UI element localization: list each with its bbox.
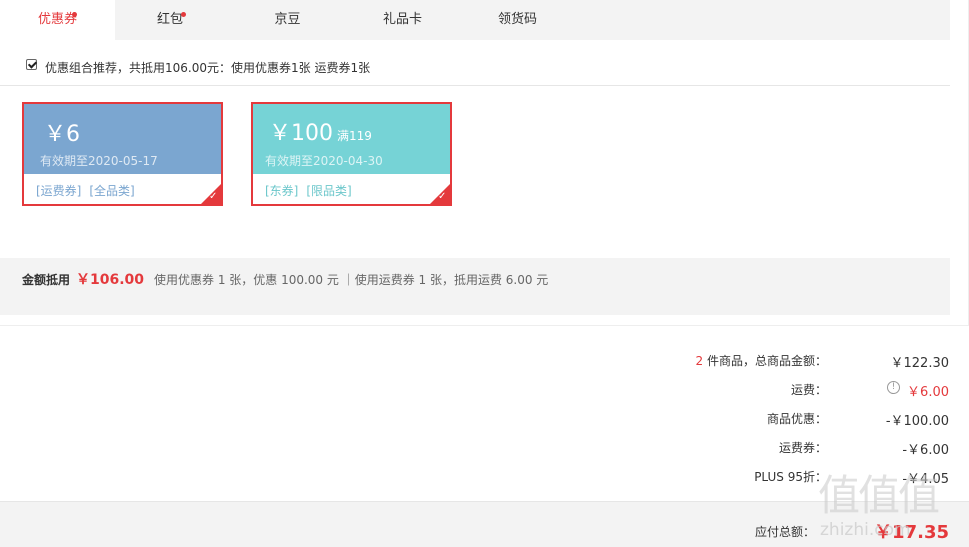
tab-red-packet[interactable]: 红包: [115, 0, 225, 40]
total-row-shipping-coupon: 运费券： -￥6.00: [0, 439, 969, 459]
coupon-tabs: 优惠券 红包 京豆 礼品卡 领货码: [0, 0, 950, 40]
coupon-card-shipping[interactable]: ￥6 有效期至2020-05-17 [运费券] [全品类] ✓: [22, 102, 223, 206]
tab-redeem-code-label: 领货码: [497, 12, 537, 27]
tab-jingdou[interactable]: 京豆: [235, 0, 340, 40]
coupon-validity: 有效期至2020-05-17: [40, 154, 158, 168]
coupon-tags: [东券] [限品类]: [265, 182, 360, 199]
discount-summary: 金额抵用 ￥106.00 使用优惠券 1 张，优惠 100.00 元 ｜使用运费…: [0, 258, 950, 315]
total-row-items: 2 件商品，总商品金额： ￥122.30: [0, 352, 969, 372]
discount-value: -￥100.00: [885, 414, 949, 429]
combo-text: 优惠组合推荐，共抵用106.00元：使用优惠券1张 运费券1张: [45, 61, 371, 75]
items-value: ￥122.30: [890, 356, 950, 371]
info-icon[interactable]: !: [887, 381, 900, 394]
payable-footer: 应付总额： ￥17.35: [0, 501, 969, 547]
coupon-head: ￥100 满119 有效期至2020-04-30: [253, 104, 450, 174]
items-count: 2: [695, 354, 704, 368]
coupon-validity: 有效期至2020-04-30: [265, 154, 383, 168]
total-row-shipping: 运费： ! ￥6.00: [0, 381, 969, 401]
tab-gift-card[interactable]: 礼品卡: [350, 0, 455, 40]
new-dot-icon: [181, 12, 186, 17]
check-icon: ✓: [209, 191, 218, 202]
discount-label: 商品优惠：: [766, 412, 827, 426]
total-row-discount: 商品优惠： -￥100.00: [0, 410, 969, 430]
tab-redeem-code[interactable]: 领货码: [465, 0, 570, 40]
plus-label: PLUS 95折：: [754, 470, 827, 484]
tab-jingdou-label: 京豆: [274, 12, 301, 27]
tab-gift-card-label: 礼品卡: [382, 12, 422, 27]
combo-recommendation: 优惠组合推荐，共抵用106.00元：使用优惠券1张 运费券1张: [0, 40, 950, 86]
tab-red-packet-label: 红包: [156, 12, 183, 27]
coupon-card-jd[interactable]: ￥100 满119 有效期至2020-04-30 [东券] [限品类] ✓: [251, 102, 452, 206]
shipping-label: 运费：: [790, 383, 827, 397]
items-label: 2 件商品，总商品金额：: [695, 354, 827, 368]
summary-label: 金额抵用: [22, 273, 71, 287]
plus-value: -￥4.05: [902, 472, 949, 487]
new-dot-icon: [72, 12, 77, 17]
check-icon: ✓: [438, 191, 447, 202]
payable-label: 应付总额：: [754, 525, 815, 539]
total-row-plus: PLUS 95折： -￥4.05: [0, 468, 969, 488]
coupon-tag: [全品类]: [89, 184, 135, 198]
payable-value: ￥17.35: [874, 522, 949, 543]
coupon-panel: 优惠券 红包 京豆 礼品卡 领货码 优惠组合推荐，共抵用106.00元：使用优惠…: [0, 0, 969, 326]
summary-amount: ￥106.00: [76, 272, 145, 288]
coupon-head: ￥6 有效期至2020-05-17: [24, 104, 221, 174]
coupon-tag: [运费券]: [36, 184, 82, 198]
coupon-amount: ￥100 满119: [269, 121, 372, 146]
coupon-amount: ￥6: [44, 122, 80, 147]
coupon-tags: [运费券] [全品类]: [36, 182, 143, 199]
coupon-tag: [限品类]: [306, 184, 352, 198]
summary-detail: 使用优惠券 1 张，优惠 100.00 元 ｜使用运费券 1 张，抵用运费 6.…: [154, 273, 549, 287]
coupon-tag: [东券]: [265, 184, 299, 198]
combo-checkbox[interactable]: [26, 59, 37, 70]
shipping-value: ￥6.00: [907, 385, 949, 400]
coupon-condition: 满119: [337, 129, 372, 143]
shipping-coupon-value: -￥6.00: [902, 443, 949, 458]
shipping-coupon-label: 运费券：: [778, 441, 827, 455]
tab-coupon[interactable]: 优惠券: [0, 0, 115, 40]
